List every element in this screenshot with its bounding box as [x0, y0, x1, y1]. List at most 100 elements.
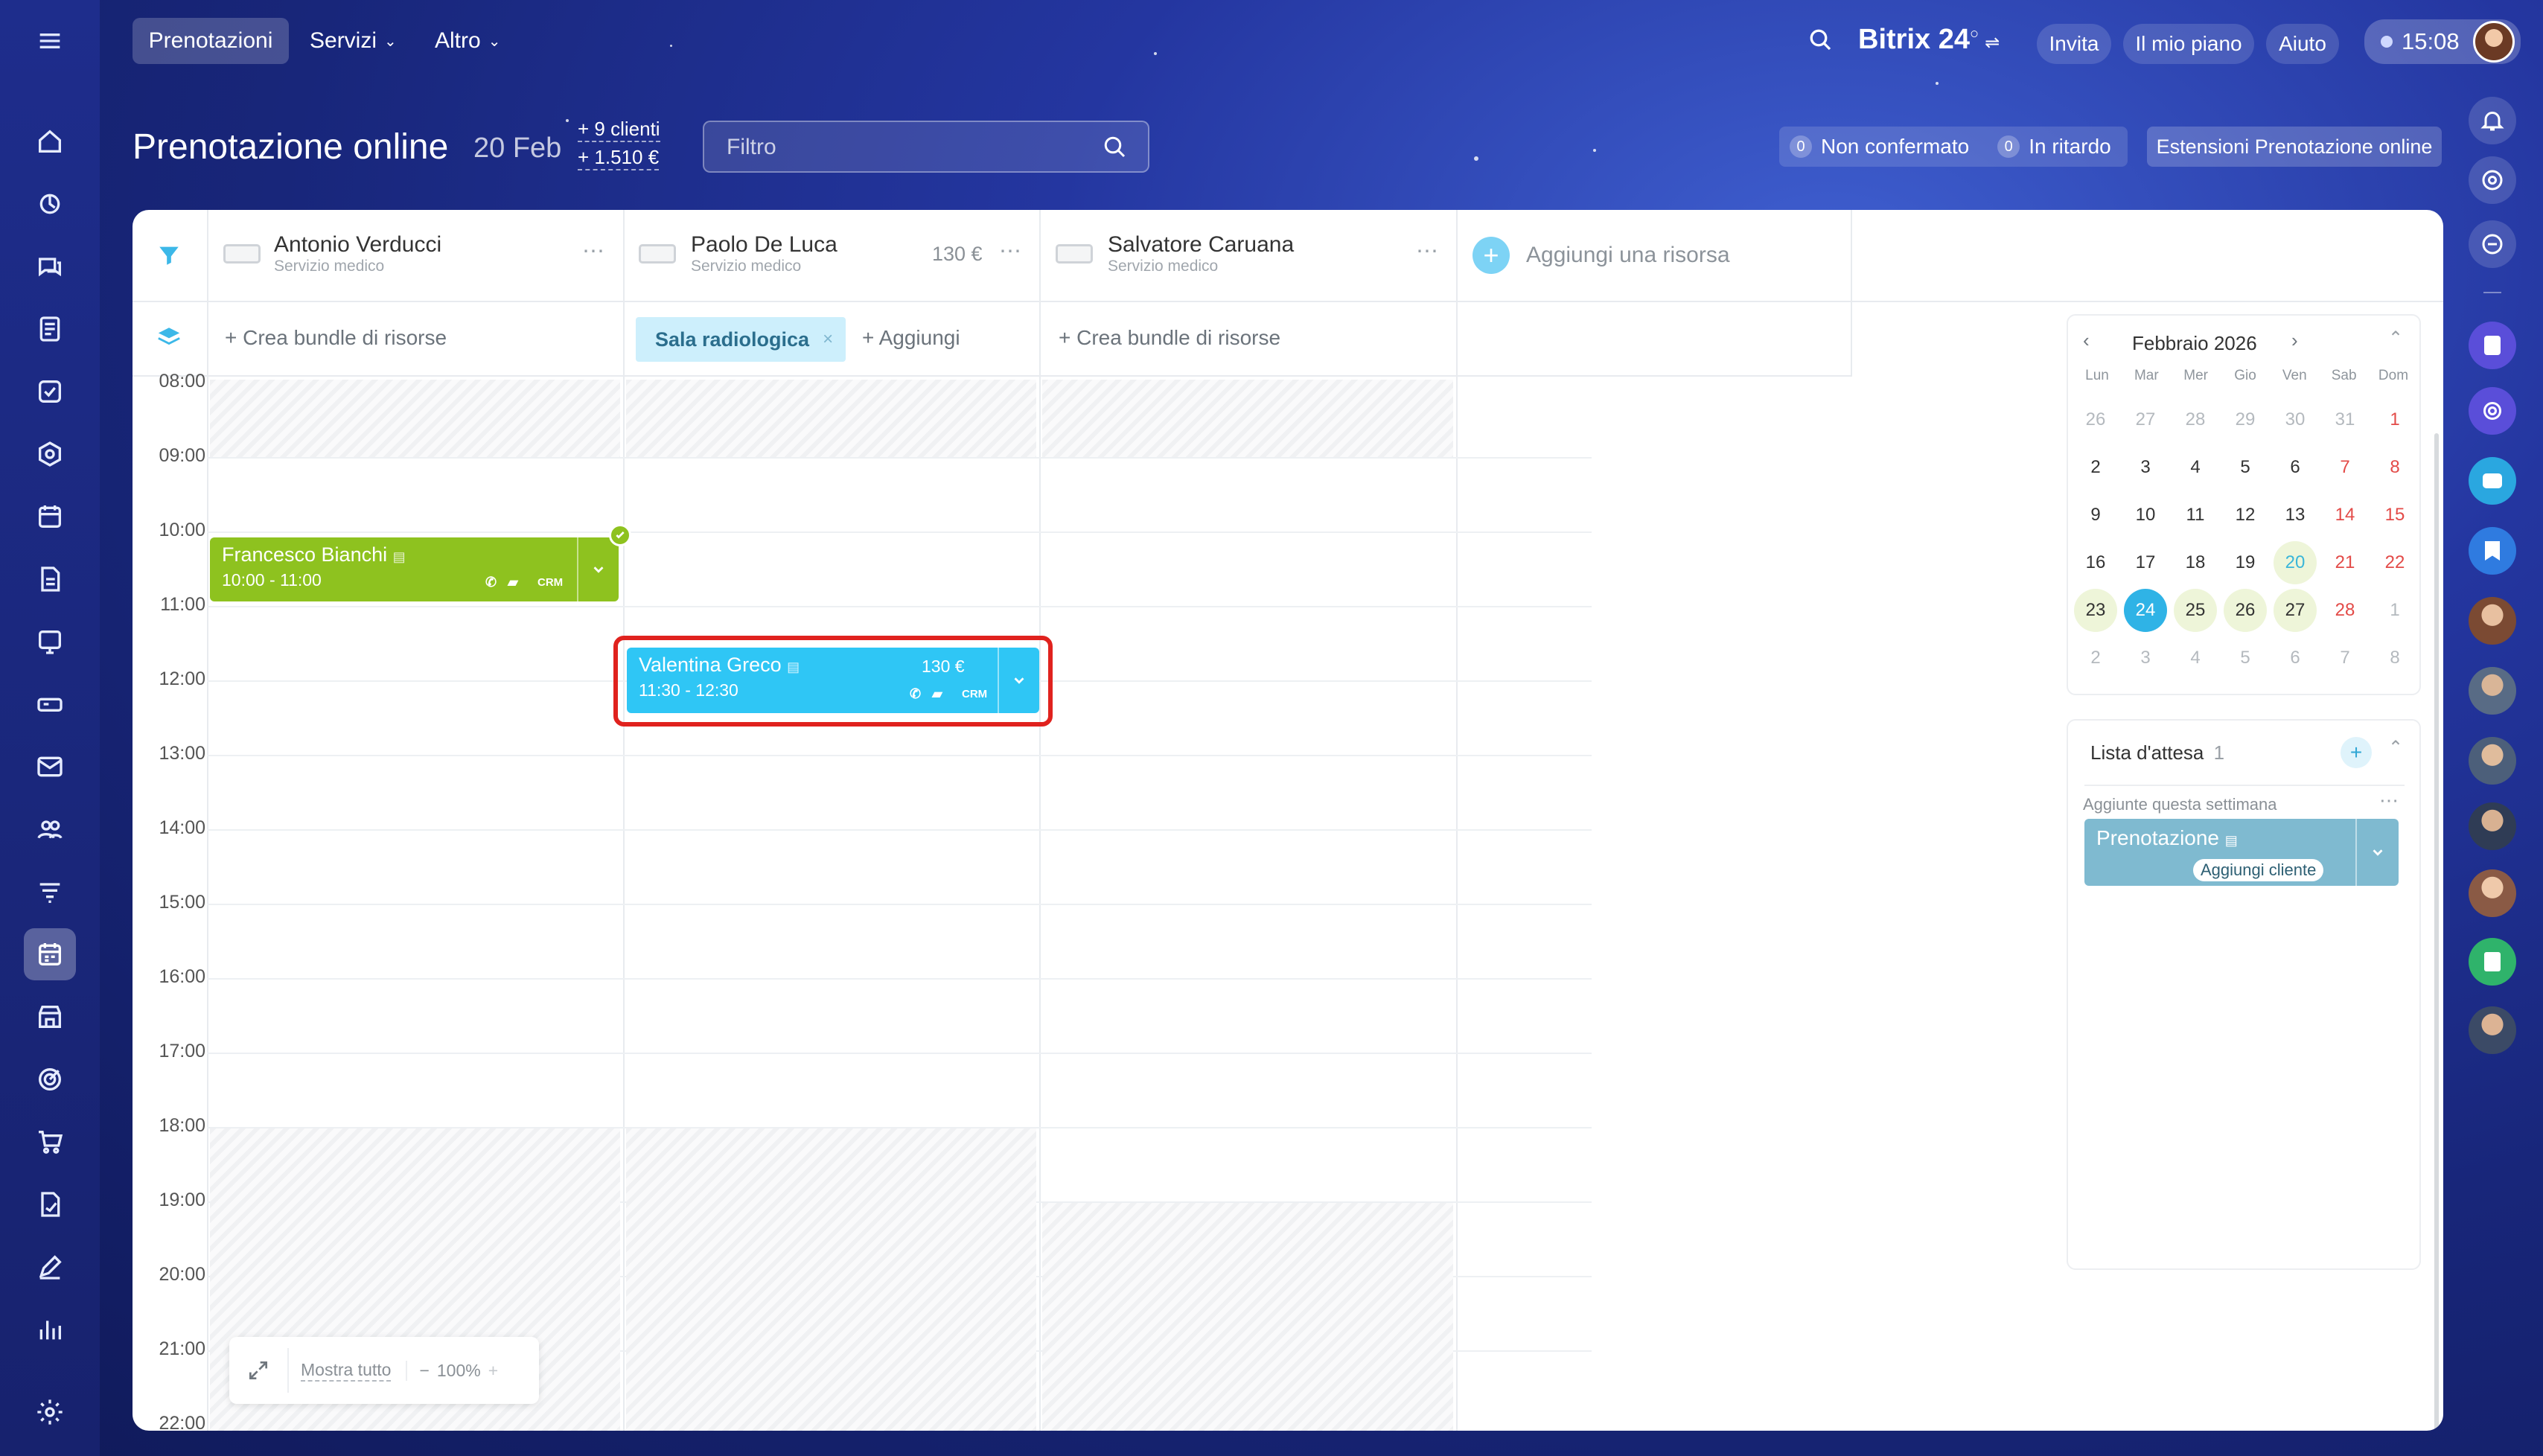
expand-icon[interactable] — [229, 1348, 289, 1393]
analytics-icon[interactable] — [24, 1303, 76, 1356]
more-icon[interactable]: ⋯ — [582, 238, 605, 264]
phone-icon[interactable]: ✆ — [485, 575, 497, 590]
avatar[interactable] — [2473, 21, 2515, 63]
calendar-day[interactable]: 27 — [2274, 589, 2317, 632]
waiting-item[interactable]: Prenotazione ▤ Aggiungi cliente — [2084, 819, 2399, 886]
unconfirmed-filter[interactable]: Non confermato — [1821, 135, 1969, 159]
calendar-day[interactable]: 1 — [2373, 589, 2416, 632]
calendar-day[interactable]: 9 — [2074, 494, 2117, 537]
resource-header[interactable]: Paolo De Luca Servizio medico — [691, 232, 837, 275]
calendar-day[interactable]: 4 — [2174, 636, 2217, 680]
contact-avatar[interactable] — [2469, 802, 2516, 850]
tab-prenotazioni[interactable]: Prenotazioni — [133, 18, 289, 64]
more-icon[interactable]: ⋯ — [999, 238, 1022, 264]
calendar-day[interactable]: 7 — [2323, 636, 2367, 680]
contact-avatar[interactable] — [2469, 869, 2516, 917]
calendar-day[interactable]: 2 — [2074, 446, 2117, 489]
close-icon[interactable]: × — [823, 329, 833, 350]
calendar-day[interactable]: 13 — [2274, 494, 2317, 537]
room-tag[interactable]: Sala radiologica × — [636, 317, 846, 362]
add-waiting-button[interactable]: + — [2341, 737, 2372, 768]
calendar-day[interactable]: 26 — [2074, 398, 2117, 441]
next-month-icon[interactable]: › — [2291, 329, 2298, 352]
collapse-icon[interactable]: ⌃ — [2388, 328, 2403, 349]
calendar-day[interactable]: 16 — [2074, 541, 2117, 584]
show-all-button[interactable]: Mostra tutto — [301, 1360, 392, 1382]
contacts-icon[interactable] — [24, 803, 76, 855]
zoom-in-button[interactable]: + — [488, 1361, 498, 1381]
contact-avatar[interactable] — [2469, 667, 2516, 715]
calendar-day[interactable]: 28 — [2174, 398, 2217, 441]
late-filter[interactable]: In ritardo — [2029, 135, 2111, 159]
drive-icon[interactable] — [24, 678, 76, 730]
settings-icon[interactable] — [24, 1386, 76, 1438]
calendar-day[interactable]: 28 — [2323, 589, 2367, 632]
copilot-icon[interactable] — [2469, 156, 2516, 204]
revenue-amount[interactable]: + 1.510 € — [578, 146, 660, 170]
search-icon[interactable] — [1807, 27, 1834, 57]
prev-month-icon[interactable]: ‹ — [2083, 329, 2090, 352]
filter-icon[interactable] — [156, 243, 182, 272]
my-plan-button[interactable]: Il mio piano — [2123, 24, 2254, 64]
booking-card[interactable]: Francesco Bianchi ▤ 10:00 - 11:00 ✆ ▰ CR… — [210, 537, 619, 601]
tab-servizi[interactable]: Servizi ⌄ — [310, 28, 397, 54]
calendar-day[interactable]: 6 — [2274, 636, 2317, 680]
calendar-day[interactable]: 12 — [2224, 494, 2267, 537]
goals-icon[interactable] — [24, 1053, 76, 1105]
add-client-button[interactable]: Aggiungi cliente — [2193, 859, 2324, 881]
calendar-day[interactable]: 8 — [2373, 636, 2416, 680]
boards-icon[interactable] — [24, 616, 76, 668]
calendar-day[interactable]: 11 — [2174, 494, 2217, 537]
app-icon[interactable] — [2469, 322, 2516, 369]
sheets-icon[interactable] — [2469, 938, 2516, 986]
add-resource-button[interactable]: + Aggiungi una risorsa — [1472, 237, 1730, 274]
calendar-day[interactable]: 7 — [2323, 446, 2367, 489]
calendar-day[interactable]: 3 — [2124, 636, 2167, 680]
filter-input[interactable] — [727, 134, 1084, 161]
calendar-day[interactable]: 2 — [2074, 636, 2117, 680]
tab-altro[interactable]: Altro ⌄ — [435, 28, 500, 54]
collapse-icon[interactable]: ⌃ — [2388, 737, 2403, 759]
zoom-out-button[interactable]: − — [406, 1360, 430, 1381]
chat-icon[interactable] — [24, 240, 76, 293]
search-icon[interactable] — [1102, 134, 1129, 165]
calendar-day[interactable]: 6 — [2274, 446, 2317, 489]
edit-icon[interactable] — [24, 1241, 76, 1293]
calendar-day[interactable]: 8 — [2373, 446, 2416, 489]
calendar-day[interactable]: 17 — [2124, 541, 2167, 584]
calendar-day[interactable]: 14 — [2323, 494, 2367, 537]
calendar-day[interactable]: 1 — [2373, 398, 2416, 441]
crm-badge[interactable]: CRM — [537, 576, 563, 589]
calendar-day[interactable]: 5 — [2224, 636, 2267, 680]
home-icon[interactable] — [24, 115, 76, 167]
calendar-day[interactable]: 23 — [2074, 589, 2117, 632]
create-bundle-button[interactable]: + Crea bundle di risorse — [1059, 326, 1280, 350]
calendar-day[interactable]: 19 — [2224, 541, 2267, 584]
filter-field[interactable] — [703, 121, 1149, 173]
chevron-down-icon[interactable] — [2355, 819, 2399, 886]
add-bundle-button[interactable]: + Aggiungi — [862, 326, 960, 350]
calendar-day[interactable]: 21 — [2323, 541, 2367, 584]
calendar-day[interactable]: 5 — [2224, 446, 2267, 489]
chevron-down-icon[interactable] — [577, 537, 619, 601]
invite-button[interactable]: Invita — [2037, 24, 2111, 64]
chevron-down-icon[interactable] — [998, 648, 1039, 713]
calendar-day[interactable]: 18 — [2174, 541, 2217, 584]
calendar-day[interactable]: 10 — [2124, 494, 2167, 537]
mail-icon[interactable] — [24, 741, 76, 793]
cart-icon[interactable] — [24, 1116, 76, 1168]
sliders-icon[interactable]: ⇌ — [1985, 33, 2000, 53]
booking-icon[interactable] — [24, 928, 76, 980]
calendar-day[interactable]: 15 — [2373, 494, 2416, 537]
phone-icon[interactable]: ✆ — [910, 686, 921, 702]
tasks-icon[interactable] — [24, 365, 76, 418]
booking-card[interactable]: Valentina Greco ▤ 11:30 - 12:30 130 € ✆ … — [627, 648, 1039, 713]
crm-badge[interactable]: CRM — [962, 688, 987, 700]
store-icon[interactable] — [24, 991, 76, 1043]
documents-icon[interactable] — [24, 553, 76, 605]
more-icon[interactable]: ⋯ — [2379, 789, 2399, 812]
calendar-day[interactable]: 22 — [2373, 541, 2416, 584]
chat-icon[interactable]: ▰ — [932, 686, 942, 702]
contact-avatar[interactable] — [2469, 737, 2516, 785]
resource-header[interactable]: Salvatore Caruana Servizio medico — [1108, 232, 1294, 275]
